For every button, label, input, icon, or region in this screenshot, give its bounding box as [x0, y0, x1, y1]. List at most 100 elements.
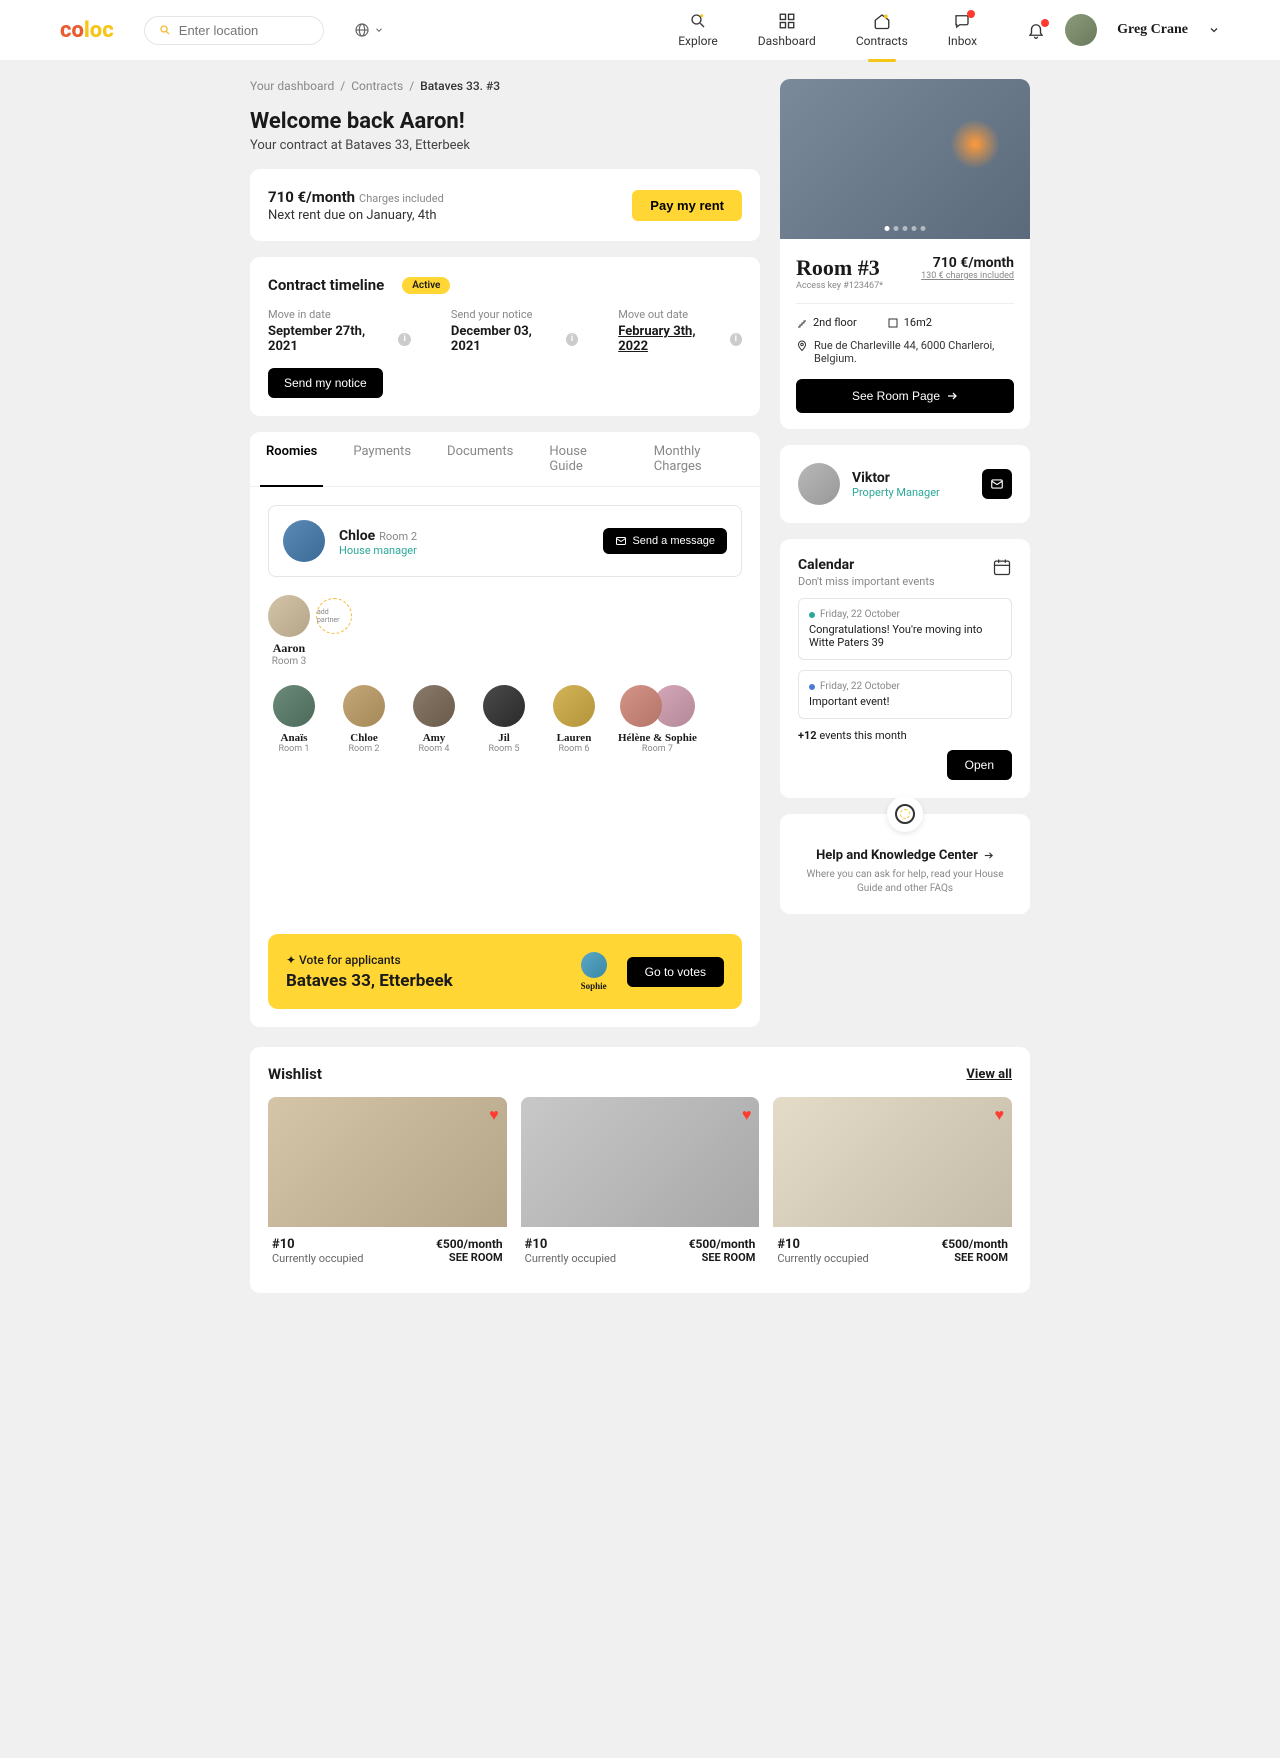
- tab-payments[interactable]: Payments: [347, 432, 417, 486]
- roomie-item[interactable]: Hélène & SophieRoom 7: [618, 685, 697, 754]
- manager-role: House manager: [339, 544, 589, 557]
- globe-icon: [354, 22, 370, 38]
- see-room-link[interactable]: SEE ROOM: [689, 1251, 756, 1264]
- send-notice-button[interactable]: Send my notice: [268, 368, 383, 398]
- add-partner-button[interactable]: add partner: [316, 598, 352, 634]
- heart-icon[interactable]: ♥: [489, 1105, 499, 1125]
- wishlist-title: Wishlist: [268, 1065, 322, 1083]
- info-icon[interactable]: i: [730, 333, 743, 346]
- calendar-subtitle: Don't miss important events: [798, 575, 935, 588]
- avatar: [620, 685, 662, 727]
- nav-label: Inbox: [948, 34, 977, 48]
- heart-icon[interactable]: ♥: [742, 1105, 752, 1125]
- roomie-item[interactable]: LaurenRoom 6: [548, 685, 600, 754]
- heart-icon[interactable]: ♥: [995, 1105, 1005, 1125]
- tab-roomies[interactable]: Roomies: [260, 432, 323, 487]
- wishlist-item[interactable]: ♥ #10Currently occupied €500/monthSEE RO…: [773, 1097, 1012, 1275]
- see-room-link[interactable]: SEE ROOM: [941, 1251, 1008, 1264]
- room-charges: 130 € charges included: [921, 271, 1014, 281]
- viktor-name: Viktor: [852, 470, 970, 486]
- go-to-votes-button[interactable]: Go to votes: [627, 957, 724, 987]
- timeline-notice: Send your notice December 03, 2021i: [451, 308, 578, 354]
- message-viktor-button[interactable]: [982, 469, 1012, 499]
- partner-row: Aaron Room 3 add partner: [268, 595, 742, 667]
- pay-rent-button[interactable]: Pay my rent: [632, 190, 742, 221]
- roomie-item[interactable]: AnaïsRoom 1: [268, 685, 320, 754]
- header: coloc Explore Dashboard Contracts Inbox: [0, 0, 1280, 61]
- status-badge: Active: [402, 277, 450, 294]
- search-icon: [159, 23, 171, 37]
- carousel-dots[interactable]: [885, 226, 926, 231]
- search-bar[interactable]: [144, 16, 324, 45]
- breadcrumb-contracts[interactable]: Contracts: [351, 79, 403, 93]
- chevron-down-icon[interactable]: [1208, 24, 1220, 36]
- avatar: [553, 685, 595, 727]
- tab-monthly-charges[interactable]: Monthly Charges: [648, 432, 750, 486]
- calendar-more: +12 events this month: [798, 729, 1012, 742]
- info-icon[interactable]: i: [398, 333, 411, 346]
- manager-name: Chloe: [339, 528, 375, 544]
- partner-room: Room 3: [268, 656, 310, 667]
- nav-explore[interactable]: Explore: [678, 12, 718, 48]
- user-area: Greg Crane: [1027, 14, 1220, 46]
- room-key: Access key #123467*: [796, 281, 883, 291]
- rent-card: 710 €/month Charges included Next rent d…: [250, 169, 760, 241]
- help-card[interactable]: Help and Knowledge Center Where you can …: [780, 814, 1030, 914]
- room-price: 710 €/month: [921, 255, 1014, 271]
- roomie-item[interactable]: JilRoom 5: [478, 685, 530, 754]
- tab-house-guide[interactable]: House Guide: [543, 432, 623, 486]
- send-message-button[interactable]: Send a message: [603, 528, 727, 554]
- contracts-icon: [873, 12, 891, 30]
- view-all-link[interactable]: View all: [966, 1067, 1012, 1082]
- property-manager-card: Viktor Property Manager: [780, 445, 1030, 523]
- roomie-item[interactable]: AmyRoom 4: [408, 685, 460, 754]
- calendar-event[interactable]: Friday, 22 October Important event!: [798, 670, 1012, 719]
- see-room-link[interactable]: SEE ROOM: [436, 1251, 503, 1264]
- calendar-icon: [992, 557, 1012, 577]
- dashboard-icon: [778, 12, 796, 30]
- pin-icon: [796, 340, 808, 352]
- user-avatar[interactable]: [1065, 14, 1097, 46]
- avatar: [483, 685, 525, 727]
- avatar: [273, 685, 315, 727]
- nav-label: Explore: [678, 34, 718, 48]
- room-card: Room #3 Access key #123467* 710 €/month …: [780, 79, 1030, 429]
- calendar-event[interactable]: Friday, 22 October Congratulations! You'…: [798, 598, 1012, 660]
- avatar: [283, 520, 325, 562]
- notification-dot: [967, 10, 975, 18]
- room-image[interactable]: [780, 79, 1030, 239]
- tab-documents[interactable]: Documents: [441, 432, 519, 486]
- roomie-item[interactable]: ChloeRoom 2: [338, 685, 390, 754]
- wishlist-item[interactable]: ♥ #10Currently occupied €500/monthSEE RO…: [268, 1097, 507, 1275]
- nav-contracts[interactable]: Contracts: [856, 12, 908, 48]
- wishlist-card: Wishlist View all ♥ #10Currently occupie…: [250, 1047, 1030, 1293]
- see-room-page-button[interactable]: See Room Page: [796, 379, 1014, 413]
- timeline-movein: Move in date September 27th, 2021i: [268, 308, 411, 354]
- tabs-bar: Roomies Payments Documents House Guide M…: [250, 432, 760, 487]
- nav-dashboard[interactable]: Dashboard: [758, 12, 816, 48]
- mail-icon: [615, 535, 627, 547]
- nav-inbox[interactable]: Inbox: [948, 12, 977, 48]
- vote-address: Bataves 33, Etterbeek: [286, 971, 581, 991]
- help-text: Where you can ask for help, read your Ho…: [798, 868, 1012, 896]
- user-avatar: [268, 595, 310, 637]
- room-title: Room #3: [796, 255, 883, 281]
- logo[interactable]: coloc: [60, 18, 114, 43]
- info-icon[interactable]: i: [566, 333, 579, 346]
- timeline-title: Contract timeline: [268, 276, 384, 294]
- tabs-panel: Roomies Payments Documents House Guide M…: [250, 432, 760, 1027]
- language-selector[interactable]: [354, 22, 384, 38]
- stairs-icon: [796, 317, 808, 329]
- house-manager-card: Chloe Room 2 House manager Send a messag…: [268, 505, 742, 577]
- rent-charges: Charges included: [359, 192, 444, 205]
- room-area: 16m2: [887, 316, 932, 329]
- notification-dot: [1041, 19, 1049, 27]
- search-input[interactable]: [179, 23, 309, 38]
- room-image: ♥: [268, 1097, 507, 1227]
- nav-label: Contracts: [856, 34, 908, 48]
- wishlist-item[interactable]: ♥ #10Currently occupied €500/monthSEE RO…: [521, 1097, 760, 1275]
- avatar: [798, 463, 840, 505]
- open-calendar-button[interactable]: Open: [947, 750, 1012, 780]
- breadcrumb-dashboard[interactable]: Your dashboard: [250, 79, 334, 93]
- notifications-button[interactable]: [1027, 21, 1045, 39]
